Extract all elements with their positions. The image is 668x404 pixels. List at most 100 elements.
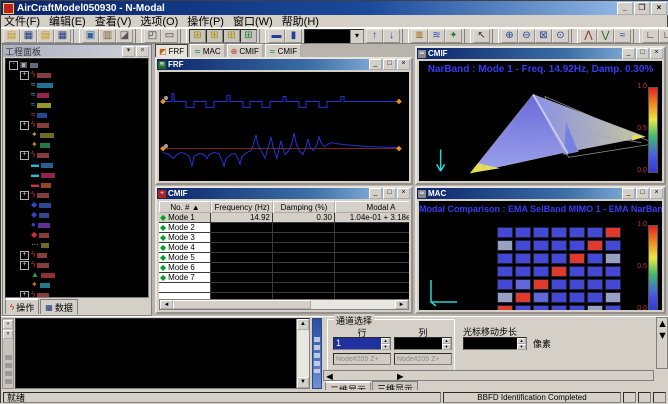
table-row[interactable]: ◆Mode 114.920.301.04e-01 + 3.18e+00 bbox=[159, 213, 409, 223]
mac-cell-6-6[interactable] bbox=[605, 305, 621, 310]
column-header-3[interactable]: Modal A bbox=[335, 201, 409, 213]
frf-titlebar[interactable]: ≋ FRF _ □ × bbox=[157, 59, 411, 70]
mode-label-cell[interactable]: ◆Mode 6 bbox=[159, 263, 211, 273]
waterfall-chart-button[interactable]: ≋ bbox=[428, 29, 445, 43]
tree-node-19[interactable]: +ϟ bbox=[6, 250, 148, 260]
mac-cell-0-1[interactable] bbox=[515, 227, 531, 238]
tree-node-20[interactable]: +ϟ bbox=[6, 260, 148, 270]
mac-cell-6-4[interactable] bbox=[569, 305, 585, 310]
shape3d-maximize-button[interactable]: □ bbox=[636, 48, 649, 59]
mac-cell-2-5[interactable] bbox=[587, 253, 603, 264]
panel-close-button[interactable]: × bbox=[136, 46, 149, 57]
export-button[interactable]: ▦ bbox=[54, 29, 71, 43]
mode-label-cell[interactable] bbox=[159, 283, 211, 293]
scroll-down-arrow[interactable]: ▼ bbox=[297, 377, 309, 388]
mac-cell-4-0[interactable] bbox=[497, 279, 513, 290]
mac-cell-0-5[interactable] bbox=[587, 227, 603, 238]
tree-node-6[interactable]: +ϟ bbox=[6, 120, 148, 130]
mac-cell-3-1[interactable] bbox=[515, 266, 531, 277]
mac-cell-4-2[interactable] bbox=[533, 279, 549, 290]
move-up-button[interactable]: ↑ bbox=[366, 29, 383, 43]
mode-label-cell[interactable]: ◆Mode 5 bbox=[159, 253, 211, 263]
scroll-left-arrow[interactable]: ◄ bbox=[324, 371, 335, 380]
mode-table-hscrollbar[interactable]: ◄ ► bbox=[159, 299, 409, 310]
menu-item-0[interactable]: 文件(F) bbox=[4, 13, 40, 29]
tree-expand-box[interactable]: + bbox=[20, 251, 29, 260]
mac-cell-2-2[interactable] bbox=[533, 253, 549, 264]
tree-node-13[interactable]: +ϟ bbox=[6, 190, 148, 200]
scroll-track[interactable] bbox=[173, 300, 395, 309]
open-button[interactable]: ▤ bbox=[3, 29, 20, 43]
tree-node-9[interactable]: +ϟ bbox=[6, 150, 148, 160]
zoom-window-button[interactable]: ⊠ bbox=[535, 29, 552, 43]
table-row[interactable]: ◆Mode 7 bbox=[159, 273, 409, 283]
tree-node-12[interactable]: ▬ bbox=[6, 180, 148, 190]
mac-view[interactable]: Modal Comparison : EMA SelBand MIMO 1 - … bbox=[419, 201, 662, 310]
table-row[interactable] bbox=[159, 283, 409, 293]
shape3d-view[interactable]: NarBand : Mode 1 - Freq. 14.92Hz, Damp. … bbox=[419, 61, 662, 181]
layout-single-button[interactable]: ⊞ bbox=[240, 29, 257, 43]
tree-expand-box[interactable]: + bbox=[20, 291, 29, 299]
frf-close-button[interactable]: × bbox=[397, 59, 410, 70]
doc-tab-mac-1[interactable]: ≃MAC bbox=[190, 44, 224, 58]
table-row[interactable]: ◆Mode 6 bbox=[159, 263, 409, 273]
layout-vertical-button[interactable]: ⊞ bbox=[223, 29, 240, 43]
zoom-reset-button[interactable]: ⊙ bbox=[552, 29, 569, 43]
zoom-out-button[interactable]: ⊖ bbox=[518, 29, 535, 43]
scroll-up-arrow[interactable]: ▲ bbox=[297, 319, 309, 330]
mac-minimize-button[interactable]: _ bbox=[622, 188, 635, 199]
project-tree[interactable]: -▣+ϟ≈≈≈≈+ϟ✦✦+ϟ▬▬▬+ϟ◆◆●◆⋯+ϟ+ϟ▲✦+ϟ● bbox=[5, 58, 149, 298]
mac-cell-1-6[interactable] bbox=[605, 240, 621, 251]
mac-cell-2-3[interactable] bbox=[551, 253, 567, 264]
tree-expand-box[interactable]: + bbox=[20, 121, 29, 130]
tree-expand-box[interactable]: + bbox=[20, 261, 29, 270]
minimize-button[interactable]: _ bbox=[617, 2, 633, 15]
table-row[interactable]: ◆Mode 3 bbox=[159, 233, 409, 243]
print-preview-button[interactable]: ◰ bbox=[144, 29, 161, 43]
tree-node-3[interactable]: ≈ bbox=[6, 90, 148, 100]
doc-tab-cmif-2[interactable]: ⊕CMIF bbox=[227, 44, 263, 58]
axis-log-button[interactable]: ∟ bbox=[659, 29, 668, 43]
tree-node-23[interactable]: +ϟ bbox=[6, 290, 148, 298]
scroll-track[interactable] bbox=[335, 371, 395, 380]
menu-item-3[interactable]: 选项(O) bbox=[140, 13, 178, 29]
tree-node-10[interactable]: ▬ bbox=[6, 160, 148, 170]
cmif-table-maximize-button[interactable]: □ bbox=[383, 188, 396, 199]
cmif-table-titlebar[interactable]: + CMIF _ □ × bbox=[157, 188, 411, 199]
scroll-left-arrow[interactable]: ◄ bbox=[160, 300, 173, 309]
axis-linear-button[interactable]: ∟ bbox=[642, 29, 659, 43]
scroll-right-arrow[interactable]: ► bbox=[395, 371, 406, 380]
mac-cell-3-4[interactable] bbox=[569, 266, 585, 277]
mac-cell-6-2[interactable] bbox=[533, 305, 549, 310]
frf-minimize-button[interactable]: _ bbox=[369, 59, 382, 70]
mac-cell-3-6[interactable] bbox=[605, 266, 621, 277]
mac-cell-5-4[interactable] bbox=[569, 292, 585, 303]
tree-node-17[interactable]: ◆ bbox=[6, 230, 148, 240]
mac-titlebar[interactable]: ≃ MAC _ □ × bbox=[417, 188, 664, 199]
mac-cell-6-0[interactable] bbox=[497, 305, 513, 310]
tree-expand-box[interactable]: + bbox=[20, 151, 29, 160]
mode-label-cell[interactable]: ◆Mode 4 bbox=[159, 243, 211, 253]
trace-color-combo[interactable]: ▾ bbox=[304, 29, 364, 44]
close-icon[interactable]: × bbox=[3, 330, 13, 339]
mac-cell-1-2[interactable] bbox=[533, 240, 549, 251]
table-row[interactable]: ◆Mode 2 bbox=[159, 223, 409, 233]
scroll-up-arrow[interactable]: ▲ bbox=[657, 318, 667, 330]
mac-cell-3-5[interactable] bbox=[587, 266, 603, 277]
mac-cell-1-4[interactable] bbox=[569, 240, 585, 251]
column-header-2[interactable]: Damping (%) bbox=[273, 201, 335, 213]
row-spinner[interactable]: 1 ▲▼ bbox=[333, 337, 391, 350]
tree-node-15[interactable]: ◆ bbox=[6, 210, 148, 220]
column-header-0[interactable]: No. # ▲ bbox=[159, 201, 211, 213]
mac-cell-1-3[interactable] bbox=[551, 240, 567, 251]
mac-cell-1-5[interactable] bbox=[587, 240, 603, 251]
doc-tab-frf-0[interactable]: ◩FRF bbox=[155, 44, 188, 58]
mac-cell-0-2[interactable] bbox=[533, 227, 549, 238]
mac-cell-1-0[interactable] bbox=[497, 240, 513, 251]
paste-button[interactable]: ▥ bbox=[99, 29, 116, 43]
table-row[interactable]: ◆Mode 5 bbox=[159, 253, 409, 263]
collapsed-control-panel-tab[interactable] bbox=[312, 318, 322, 389]
tree-node-16[interactable]: ● bbox=[6, 220, 148, 230]
project-tab-0[interactable]: ϟ操作 bbox=[5, 298, 39, 314]
mac-cell-0-6[interactable] bbox=[605, 227, 621, 238]
